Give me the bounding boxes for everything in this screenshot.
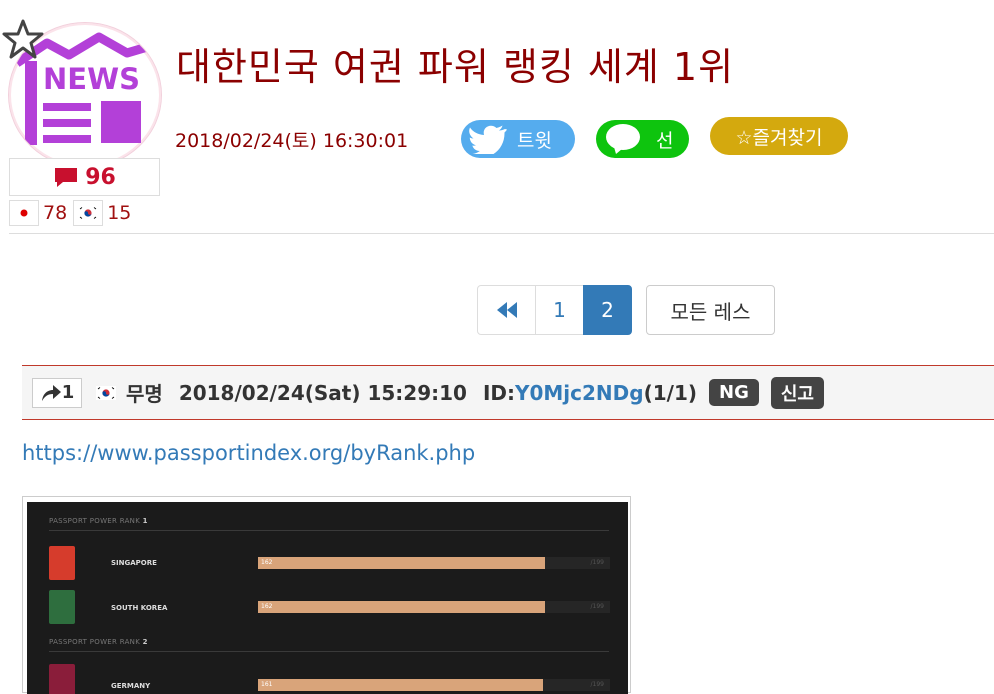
page-2-button[interactable]: 2: [583, 285, 632, 335]
double-chevron-left-icon: [496, 302, 517, 318]
favorite-label: ☆즐겨찾기: [735, 126, 823, 149]
first-page-button[interactable]: [477, 285, 536, 335]
rank-2-header: PASSPORT POWER RANK 2: [49, 638, 148, 646]
tweet-button[interactable]: 트윗: [461, 120, 575, 158]
rank-2-divider: [49, 651, 609, 652]
post-id-link[interactable]: Y0Mjc2NDg: [515, 381, 644, 405]
twitter-bird-icon: [469, 125, 507, 154]
jp-count: 78: [43, 202, 68, 224]
share-arrow-icon: [41, 384, 61, 401]
article-date: 2018/02/24(토) 16:30:01: [175, 130, 409, 152]
japan-flag-icon: [9, 200, 39, 226]
score-fill-singapore: 162: [258, 557, 545, 569]
korea-flag-icon: [73, 200, 104, 226]
korea-flag-small-icon: [96, 381, 116, 405]
nation-counts: 78 15: [9, 200, 137, 226]
page-1-button[interactable]: 1: [535, 285, 584, 335]
south-korea-passport-icon: [49, 590, 75, 624]
singapore-passport-icon: [49, 546, 75, 580]
report-button[interactable]: 신고: [770, 376, 824, 409]
post-datetime: 2018/02/24(Sat) 15:29:10: [178, 380, 467, 405]
passport-ranking-image: PASSPORT POWER RANK 1 SINGAPORE 162 /199…: [27, 502, 628, 694]
kr-count: 15: [107, 202, 132, 224]
bookmark-star-icon[interactable]: [2, 18, 44, 60]
country-south-korea: SOUTH KOREA: [111, 604, 168, 612]
all-replies-button[interactable]: 모든 레스: [646, 285, 775, 335]
ng-button[interactable]: NG: [709, 379, 759, 406]
embedded-screenshot[interactable]: PASSPORT POWER RANK 1 SINGAPORE 162 /199…: [22, 496, 631, 694]
comment-count-box[interactable]: 96: [9, 158, 160, 196]
comment-count: 96: [85, 164, 116, 190]
reply-count: 1: [61, 382, 75, 403]
line-share-label: 선: [656, 129, 674, 152]
post-header: 1 무명 2018/02/24(Sat) 15:29:10 ID: Y0Mjc2…: [22, 365, 994, 420]
rank-1-header: PASSPORT POWER RANK 1: [49, 517, 148, 525]
tweet-label: 트윗: [517, 129, 552, 152]
line-bubble-icon: [606, 124, 640, 154]
score-fill-south-korea: 162: [258, 601, 545, 613]
post-id-suffix: (1/1): [643, 380, 698, 405]
reply-button[interactable]: 1: [32, 377, 82, 408]
post-url-link[interactable]: https://www.passportindex.org/byRank.php: [22, 441, 475, 465]
score-bar-singapore: 162 /199: [258, 557, 610, 569]
poster-name: 무명: [126, 382, 163, 406]
line-share-button[interactable]: 선: [596, 120, 689, 158]
rank-1-divider: [49, 530, 609, 531]
header-divider: [9, 233, 994, 234]
post-id-label: ID:: [482, 380, 515, 405]
favorite-button[interactable]: ☆즐겨찾기: [710, 117, 848, 155]
pagination: 1 2: [477, 285, 632, 335]
score-bar-germany: 161 /199: [258, 679, 610, 691]
country-germany: GERMANY: [111, 682, 151, 690]
score-bar-south-korea: 162 /199: [258, 601, 610, 613]
score-fill-germany: 161: [258, 679, 543, 691]
svg-text:NEWS: NEWS: [43, 62, 140, 96]
comment-icon: [55, 168, 78, 187]
country-singapore: SINGAPORE: [111, 559, 157, 567]
germany-passport-icon: [49, 664, 75, 694]
article-title: 대한민국 여권 파워 랭킹 세계 1위: [176, 45, 735, 89]
